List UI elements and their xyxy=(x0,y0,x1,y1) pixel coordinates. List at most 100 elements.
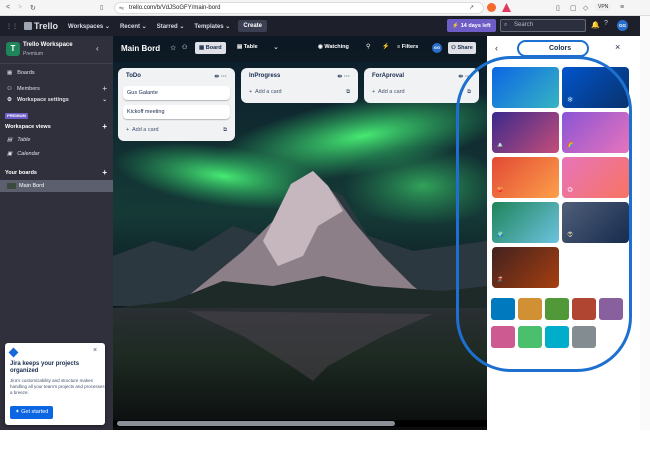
sidebar-item-main-bord[interactable]: Main Bord xyxy=(0,180,113,192)
trial-label: 14 days left xyxy=(460,22,491,29)
menu-icon[interactable]: ≡ xyxy=(620,4,624,11)
list-inprogress[interactable]: InProgress ⇹ ··· + Add a card ⧉ xyxy=(241,68,358,103)
brave-rewards-icon[interactable] xyxy=(502,3,511,12)
members-icon: ⚇ xyxy=(7,85,12,92)
list-title[interactable]: ForAproval xyxy=(372,73,404,80)
template-icon[interactable]: ⧉ xyxy=(346,89,350,96)
avatar[interactable]: GG xyxy=(617,20,628,31)
sidebar-item-label: Boards xyxy=(17,70,35,76)
trello-logo-icon xyxy=(24,22,32,30)
trial-button[interactable]: ⚡ 14 days left xyxy=(447,19,496,32)
search-input[interactable]: ⌕ Search xyxy=(500,19,586,32)
reload-icon[interactable]: ↻ xyxy=(30,4,36,12)
nav-templates[interactable]: Templates ⌄ xyxy=(194,23,230,30)
tab-icon[interactable]: ▢ xyxy=(570,4,577,12)
share-label: Share xyxy=(457,45,473,51)
collapse-icon[interactable]: ⇹ xyxy=(458,74,463,80)
card-item[interactable]: Gus Galante xyxy=(123,86,230,100)
create-button[interactable]: Create xyxy=(238,20,268,32)
board-title[interactable]: Main Bord xyxy=(121,44,160,53)
visibility-icon[interactable]: ⚇ xyxy=(182,44,187,51)
bookmark-icon[interactable]: ▯ xyxy=(100,4,103,11)
filters-button[interactable]: ≡ Filters xyxy=(397,44,418,50)
collapse-icon[interactable]: ⇹ xyxy=(337,74,342,80)
plus-icon: + xyxy=(126,127,130,133)
help-icon[interactable]: ? xyxy=(604,20,608,27)
add-card-button[interactable]: + Add a card ⧉ xyxy=(241,86,358,103)
nav-recent-label: Recent xyxy=(119,23,140,30)
trial-rocket-icon: ⚡ xyxy=(452,22,461,29)
sidebar-item-boards[interactable]: ▦ Boards xyxy=(7,70,35,76)
close-panel-icon[interactable]: × xyxy=(615,42,620,52)
star-icon[interactable]: ☆ xyxy=(170,44,176,52)
horizontal-scrollbar[interactable] xyxy=(113,420,487,427)
extensions-icon[interactable]: ◇ xyxy=(583,4,588,12)
divider xyxy=(0,63,113,64)
share-button[interactable]: ⚇ Share xyxy=(448,42,476,54)
get-started-label: Get started xyxy=(21,409,49,415)
sidebar-item-calendar[interactable]: ▣ Calendar xyxy=(7,151,40,157)
get-started-button[interactable]: ✦ Get started xyxy=(10,406,54,419)
vertical-scrollbar[interactable] xyxy=(640,16,650,430)
search-placeholder: Search xyxy=(514,22,534,28)
sidebar-toggle-icon[interactable]: ▯ xyxy=(556,4,560,12)
board-header: Main Bord ☆ ⚇ ▦ Board ▤ Table ⌄ ◉ Watchi… xyxy=(113,36,487,62)
template-icon[interactable]: ⧉ xyxy=(223,127,227,134)
address-bar[interactable]: ⇋ trello.com/b/VdJSoGFY/main-bord xyxy=(114,2,484,14)
nav-starred-label: Starred xyxy=(156,23,178,30)
calendar-icon: ▣ xyxy=(7,151,13,157)
add-card-button[interactable]: + Add a card ⧉ xyxy=(118,124,235,141)
view-board-label: Board xyxy=(205,45,222,51)
your-boards-label: Your boards xyxy=(5,169,37,176)
more-icon[interactable]: ··· xyxy=(221,74,227,80)
views-chevron-icon[interactable]: ⌄ xyxy=(273,43,279,51)
vpn-label: VPN xyxy=(598,4,609,10)
list-todo[interactable]: ToDo ⇹ ··· Gus Galante Kickoff meeting + … xyxy=(118,68,235,141)
list-title[interactable]: ToDo xyxy=(126,73,141,80)
power-ups-icon[interactable]: ⚲ xyxy=(366,43,370,50)
create-button-label: Create xyxy=(238,20,268,32)
watching-button[interactable]: ◉ Watching xyxy=(318,44,349,50)
sidebar-item-workspace-settings[interactable]: ⚙ Workspace settings ⌄ xyxy=(7,97,107,103)
share-page-icon[interactable]: ↗ xyxy=(469,4,474,11)
workspace-views-label: Workspace views xyxy=(5,123,51,130)
member-avatar[interactable]: GG xyxy=(432,43,442,53)
url-text: trello.com/b/VdJSoGFY/main-bord xyxy=(129,5,221,11)
list-title[interactable]: InProgress xyxy=(249,73,280,80)
add-view-icon[interactable]: + xyxy=(102,122,107,131)
board-view-icon: ▦ xyxy=(199,45,206,51)
sidebar-item-table[interactable]: ▤ Table xyxy=(7,137,30,143)
scrollbar-thumb[interactable] xyxy=(117,421,395,426)
sidebar-board-label: Main Bord xyxy=(19,183,45,189)
nav-workspaces[interactable]: Workspaces ⌄ xyxy=(68,23,110,30)
automation-icon[interactable]: ⚡ xyxy=(382,43,389,50)
trello-logo-text: Trello xyxy=(34,21,59,31)
view-table-button[interactable]: ▤ Table xyxy=(237,44,258,50)
jira-body: Jira's customizability and structure mak… xyxy=(10,378,105,395)
app-switcher-icon[interactable]: ⋮⋮ xyxy=(6,23,18,30)
collapse-icon[interactable]: ⇹ xyxy=(214,74,219,80)
close-icon[interactable]: × xyxy=(93,347,97,354)
nav-recent[interactable]: Recent ⌄ xyxy=(120,23,147,30)
vpn-button[interactable]: VPN xyxy=(595,3,612,11)
site-settings-icon[interactable]: ⇋ xyxy=(119,5,124,12)
add-member-plus-icon[interactable]: + xyxy=(102,84,107,93)
add-card-label: Add a card xyxy=(254,89,282,95)
card-title: Kickoff meeting xyxy=(127,109,165,115)
back-arrow-icon[interactable]: ‹ xyxy=(495,43,498,53)
brave-shields-icon[interactable] xyxy=(487,3,496,12)
back-icon[interactable]: < xyxy=(6,4,10,11)
more-icon[interactable]: ··· xyxy=(344,74,350,80)
workspace-name[interactable]: Trello Workspace xyxy=(23,42,73,48)
view-board-button[interactable]: ▦ Board xyxy=(195,42,226,54)
collapse-sidebar-icon[interactable]: ‹ xyxy=(96,44,99,53)
trello-logo[interactable]: Trello xyxy=(24,21,58,31)
add-board-icon[interactable]: + xyxy=(102,168,107,177)
gear-icon: ⚙ xyxy=(7,97,12,103)
notifications-icon[interactable]: 🔔 xyxy=(591,21,600,29)
chevron-down-icon: ⌄ xyxy=(102,97,107,103)
sidebar-item-members[interactable]: ⚇ Members + xyxy=(7,84,107,93)
nav-starred[interactable]: Starred ⌄ xyxy=(157,23,185,30)
card-item[interactable]: Kickoff meeting xyxy=(123,105,230,119)
forward-icon[interactable]: > xyxy=(18,4,22,11)
